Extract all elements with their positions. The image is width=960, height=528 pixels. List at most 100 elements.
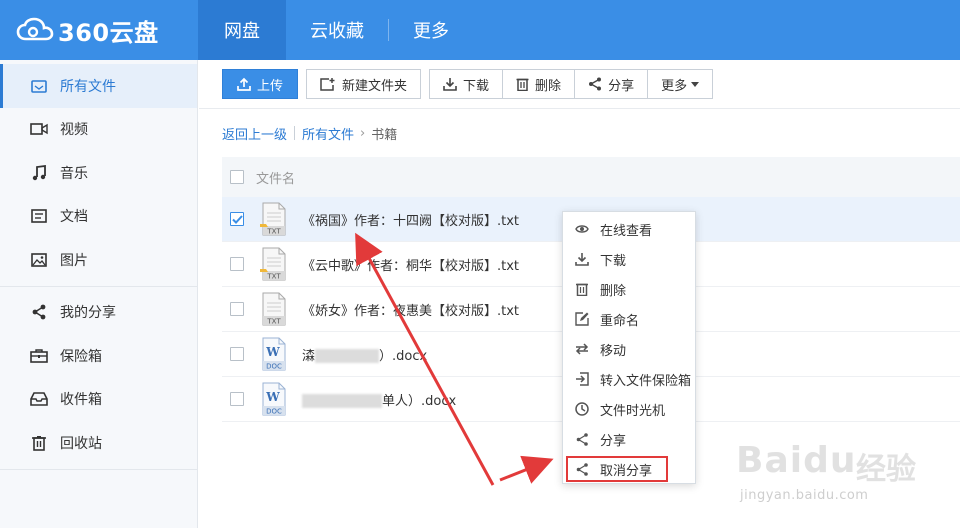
breadcrumb: 返回上一级 所有文件 › 书籍 [199,109,960,157]
menu-item-label: 文件时光机 [600,403,666,419]
trash-icon [516,78,529,91]
new-folder-button[interactable]: 新建文件夹 [306,69,422,99]
redacted-block [315,349,380,363]
word-file-icon: W DOC [260,337,288,371]
topnav-netdisk[interactable]: 网盘 [198,0,286,60]
share-icon [575,432,589,446]
upload-icon [237,77,251,91]
breadcrumb-back-link[interactable]: 返回上一级 [222,124,287,143]
trash-icon [30,434,48,452]
sidebar-item-label: 所有文件 [60,78,116,95]
upload-button[interactable]: 上传 [222,69,299,99]
music-icon [30,164,48,182]
document-icon [30,207,48,225]
file-name-suffix: 单人）.docx [382,393,457,409]
share-label: 分享 [608,78,635,94]
sidebar-item-label: 保险箱 [60,348,102,365]
svg-text:TXT: TXT [266,318,281,326]
top-bar: 360云盘 网盘 云收藏 更多 [0,0,960,60]
svg-text:TXT: TXT [266,228,281,236]
select-all-checkbox[interactable] [230,170,244,184]
menu-item-label: 转入文件保险箱 [600,373,692,389]
sidebar-item-label: 我的分享 [60,305,116,322]
column-filename[interactable]: 文件名 [256,168,295,187]
svg-text:W: W [265,345,280,359]
file-name[interactable]: 《娇女》作者：夜惠美【校对版】.txt [302,300,519,319]
download-icon [443,78,457,91]
menu-item-label: 移动 [600,343,627,359]
sidebar-item-label: 音乐 [60,165,88,182]
sidebar-item-music[interactable]: 音乐 [0,151,197,195]
sidebar-item-all-files[interactable]: 所有文件 [0,64,197,108]
row-checkbox[interactable] [230,347,244,361]
clock-icon [575,402,589,416]
delete-label: 删除 [535,78,562,94]
more-button[interactable]: 更多 [648,69,714,99]
caret-down-icon [691,81,700,87]
menu-item-label: 在线查看 [600,223,653,239]
menu-item-label: 下载 [600,253,627,269]
share-button[interactable]: 分享 [575,69,649,99]
share-icon [30,303,48,321]
context-menu: 在线查看 下载 删除 重命名 移动 转入文件保险箱 文件时光机 分享 取消分享 [562,211,696,484]
row-checkbox[interactable] [230,212,244,226]
menu-item-view-online[interactable]: 在线查看 [563,214,695,244]
breadcrumb-current: 书籍 [371,127,398,143]
new-folder-icon [320,78,335,91]
download-button[interactable]: 下载 [429,69,504,99]
sidebar-group-files: 所有文件 视频 音乐 文档 图片 [0,60,197,287]
sidebar-item-inbox[interactable]: 收件箱 [0,378,197,422]
menu-item-rename[interactable]: 重命名 [563,304,695,334]
sidebar-item-trash[interactable]: 回收站 [0,421,197,465]
sidebar-item-video[interactable]: 视频 [0,108,197,152]
eye-icon [575,222,589,236]
safe-transfer-icon [575,372,589,386]
delete-button[interactable]: 删除 [503,69,576,99]
checkmark-icon [231,214,243,224]
file-name-prefix: 潹 [302,348,316,364]
trash-icon [575,282,589,296]
sidebar-item-images[interactable]: 图片 [0,238,197,282]
image-icon [30,251,48,269]
download-icon [575,252,589,266]
row-checkbox[interactable] [230,302,244,316]
sidebar-item-documents[interactable]: 文档 [0,195,197,239]
file-action-group: 下载 删除 分享 更多 [429,69,714,99]
sidebar-item-safe[interactable]: 保险箱 [0,334,197,378]
download-label: 下载 [463,78,490,94]
row-checkbox[interactable] [230,257,244,271]
menu-item-label: 删除 [600,283,627,299]
topnav-cloud-collect[interactable]: 云收藏 [286,0,388,60]
menu-item-delete[interactable]: 删除 [563,274,695,304]
file-name[interactable]: 《祸国》作者：十四阙【校对版】.txt [302,210,519,229]
file-name[interactable]: 单人）.docx [302,390,456,409]
file-name[interactable]: 《云中歌》作者：桐华【校对版】.txt [302,255,519,274]
svg-text:DOC: DOC [266,363,282,371]
menu-item-time-machine[interactable]: 文件时光机 [563,394,695,424]
sidebar-item-label: 视频 [60,122,88,139]
row-checkbox[interactable] [230,392,244,406]
sidebar-item-label: 图片 [60,252,88,269]
move-icon [575,342,589,356]
menu-item-move[interactable]: 移动 [563,334,695,364]
sidebar-item-my-shares[interactable]: 我的分享 [0,291,197,335]
menu-item-download[interactable]: 下载 [563,244,695,274]
sidebar-group-tools: 我的分享 保险箱 收件箱 回收站 [0,287,197,470]
sidebar-item-label: 收件箱 [60,392,102,409]
svg-text:W: W [265,390,280,404]
menu-item-move-to-safe[interactable]: 转入文件保险箱 [563,364,695,394]
folder-icon [30,77,48,95]
menu-item-label: 重命名 [600,313,640,329]
sidebar: 所有文件 视频 音乐 文档 图片 我的分享 保险箱 收件箱 回收站 [0,60,198,528]
breadcrumb-root-link[interactable]: 所有文件 [302,124,354,143]
brand-logo[interactable]: 360云盘 [0,0,198,60]
svg-text:DOC: DOC [266,408,282,416]
file-name[interactable]: 潹 ）.docx [302,345,427,364]
cloud-icon [16,17,54,41]
share-icon [589,77,602,91]
topnav-more[interactable]: 更多 [389,0,473,60]
top-nav: 网盘 云收藏 更多 [198,0,473,60]
breadcrumb-divider [294,126,296,140]
inbox-icon [30,390,48,408]
menu-item-share[interactable]: 分享 [563,424,695,454]
